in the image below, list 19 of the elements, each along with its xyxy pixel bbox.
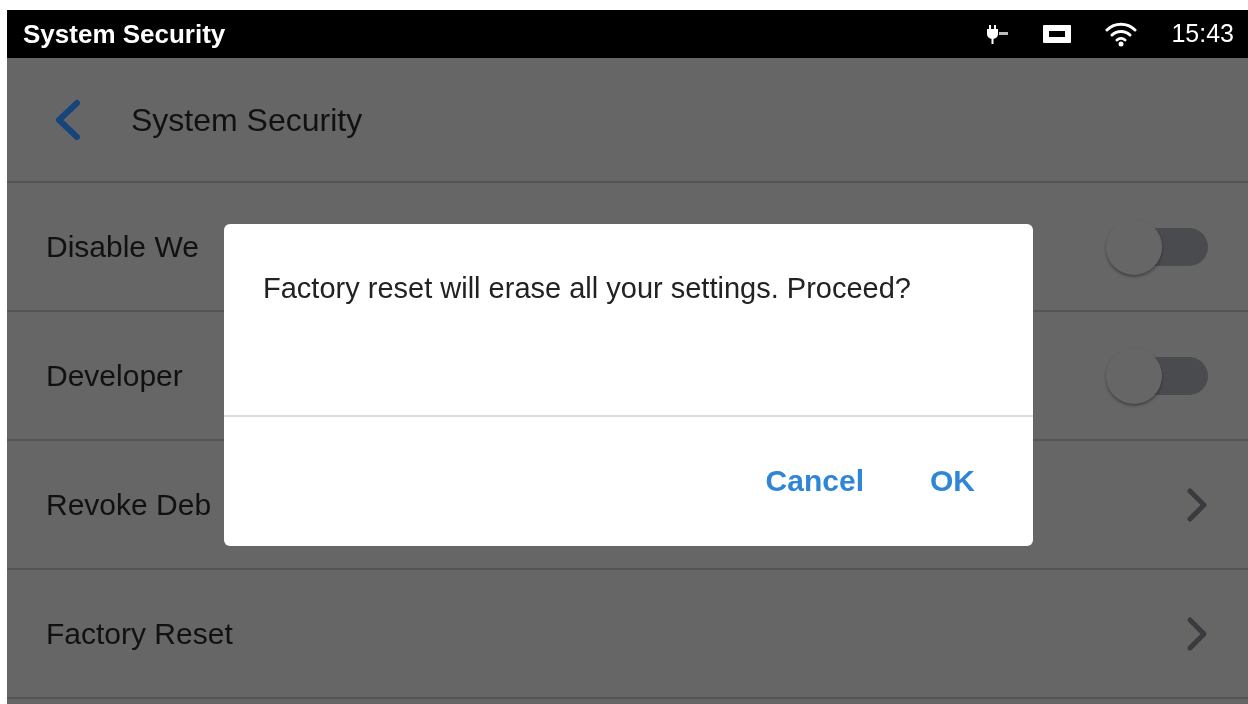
toggle-switch[interactable]: [1106, 218, 1208, 275]
toggle-switch[interactable]: [1106, 347, 1208, 404]
status-bar-clock: 15:43: [1171, 18, 1234, 50]
dialog-message: Factory reset will erase all your settings. Proceed?: [224, 224, 1033, 417]
status-bar-title: System Security: [23, 17, 226, 51]
setting-label: Disable We: [46, 229, 199, 265]
setting-label: Developer: [46, 358, 183, 394]
chevron-right-icon: [1186, 486, 1208, 523]
back-icon[interactable]: [53, 98, 83, 141]
setting-label: Factory Reset: [46, 616, 233, 652]
setting-label: Revoke Deb: [46, 487, 212, 523]
chevron-right-icon: [1186, 615, 1208, 652]
settings-row[interactable]: Factory Reset: [7, 570, 1248, 699]
dialog-button[interactable]: Cancel: [747, 454, 882, 507]
power-plug-icon: [987, 23, 1010, 45]
page-title: System Security: [131, 100, 363, 140]
wifi-icon: [1105, 21, 1138, 47]
ftp-indicator-icon: [1043, 25, 1072, 43]
dialog-button[interactable]: OK: [912, 454, 993, 507]
